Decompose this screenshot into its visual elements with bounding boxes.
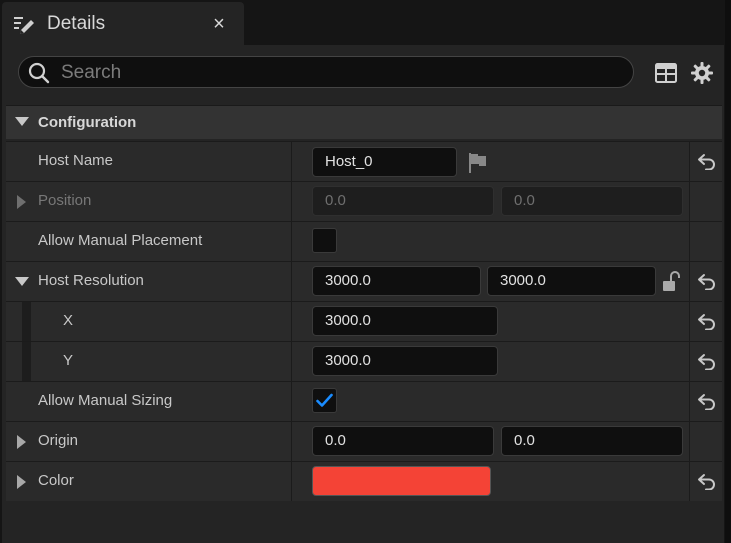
category-title: Configuration: [38, 114, 137, 131]
property-label: Allow Manual Placement: [38, 232, 203, 249]
column-divider: [689, 342, 690, 381]
column-divider: [291, 182, 292, 221]
property-label: Y: [63, 352, 74, 369]
property-row-host-name: Host Name Host_0: [6, 141, 722, 181]
origin-x-field[interactable]: 0.0: [312, 426, 494, 456]
indent-guide: [22, 302, 31, 341]
details-panel: Configuration Host Name Host_0 Position: [2, 45, 724, 543]
column-divider: [689, 182, 690, 221]
column-divider: [291, 222, 292, 261]
column-divider: [291, 142, 292, 181]
column-divider: [291, 262, 292, 301]
unlock-icon[interactable]: [661, 271, 683, 293]
search-input[interactable]: [59, 59, 623, 87]
resolution-y-field[interactable]: 3000.0: [312, 346, 498, 376]
property-row-res-x: X 3000.0: [6, 301, 722, 341]
column-divider: [291, 302, 292, 341]
property-label: X: [63, 312, 74, 329]
reset-to-default-icon[interactable]: [697, 152, 717, 170]
property-label: Host Resolution: [38, 272, 144, 289]
column-divider: [689, 262, 690, 301]
close-icon[interactable]: ×: [210, 14, 228, 34]
flag-icon[interactable]: [467, 152, 489, 174]
search-icon: [28, 62, 50, 84]
color-swatch[interactable]: [312, 466, 491, 496]
tab-bar: Details ×: [0, 0, 731, 45]
property-row-color: Color: [6, 461, 722, 501]
position-x-field: 0.0: [312, 186, 494, 216]
property-row-res-y: Y 3000.0: [6, 341, 722, 381]
property-label: Allow Manual Sizing: [38, 392, 173, 409]
property-row-allow-manual-sizing: Allow Manual Sizing: [6, 381, 722, 421]
chevron-right-icon[interactable]: [17, 475, 27, 489]
gear-icon[interactable]: [690, 61, 714, 85]
property-label: Origin: [38, 432, 79, 449]
category-configuration[interactable]: Configuration: [6, 105, 722, 139]
column-divider: [689, 302, 690, 341]
column-divider: [689, 142, 690, 181]
details-edit-icon: [14, 17, 34, 34]
reset-to-default-icon[interactable]: [697, 272, 717, 290]
chevron-right-icon[interactable]: [17, 195, 27, 209]
search-box[interactable]: [18, 56, 634, 88]
column-divider: [689, 422, 690, 461]
property-label: Host Name: [38, 152, 114, 169]
allow-manual-placement-checkbox[interactable]: [312, 228, 337, 253]
host-resolution-y-field[interactable]: 3000.0: [487, 266, 656, 296]
position-y-field: 0.0: [501, 186, 683, 216]
column-divider: [291, 382, 292, 421]
table-view-icon[interactable]: [654, 61, 678, 85]
reset-to-default-icon[interactable]: [697, 312, 717, 330]
column-divider: [291, 462, 292, 501]
column-divider: [291, 342, 292, 381]
indent-guide: [22, 342, 31, 381]
chevron-down-icon: [15, 117, 29, 126]
column-divider: [689, 382, 690, 421]
tab-title: Details: [47, 13, 106, 34]
reset-to-default-icon[interactable]: [697, 472, 717, 490]
property-row-host-resolution: Host Resolution 3000.0 3000.0: [6, 261, 722, 301]
column-divider: [689, 462, 690, 501]
reset-to-default-icon[interactable]: [697, 392, 717, 410]
tab-details[interactable]: Details ×: [2, 2, 244, 45]
host-resolution-x-field[interactable]: 3000.0: [312, 266, 481, 296]
allow-manual-sizing-checkbox[interactable]: [312, 388, 337, 413]
reset-to-default-icon[interactable]: [697, 352, 717, 370]
resolution-x-field[interactable]: 3000.0: [312, 306, 498, 336]
chevron-down-icon[interactable]: [15, 277, 29, 287]
origin-y-field[interactable]: 0.0: [501, 426, 683, 456]
property-label: Color: [38, 472, 74, 489]
host-name-field[interactable]: Host_0: [312, 147, 457, 177]
property-label: Position: [38, 192, 92, 209]
column-divider: [689, 222, 690, 261]
property-row-position: Position 0.0 0.0: [6, 181, 722, 221]
window-edge: [725, 0, 731, 543]
property-row-allow-manual-placement: Allow Manual Placement: [6, 221, 722, 261]
checkmark-icon: [316, 393, 333, 407]
chevron-right-icon[interactable]: [17, 435, 27, 449]
column-divider: [291, 422, 292, 461]
property-row-origin: Origin 0.0 0.0: [6, 421, 722, 461]
